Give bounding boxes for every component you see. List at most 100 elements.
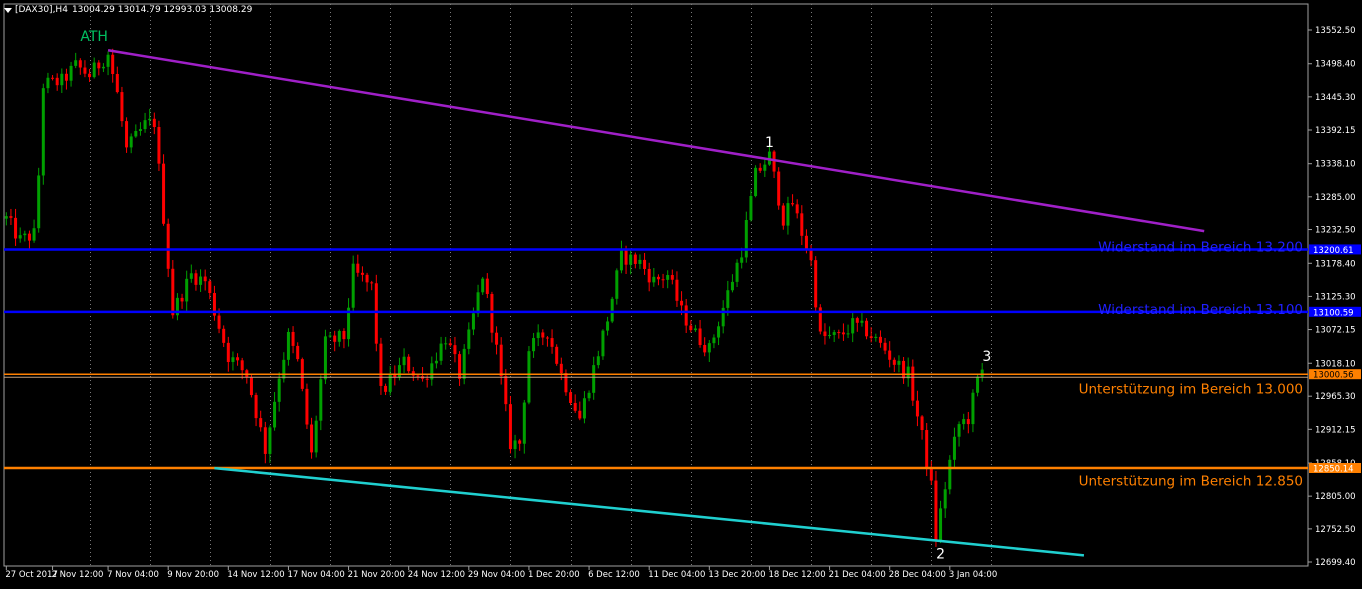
ohlc-readout: 13004.29 13014.79 12993.03 13008.29 [71,5,253,15]
candle-body-191 [888,350,892,360]
candle-body-51 [240,360,244,371]
price-tick-label-7: 13178.40 [1315,259,1356,269]
candle-body-40 [189,273,193,279]
candle-body-158 [735,262,739,282]
candle-body-65 [305,388,309,425]
candle-body-183 [851,318,855,334]
candle-body-148 [689,325,693,331]
level-tag-3: 12850.14 [1313,464,1354,474]
candle-body-202 [939,508,943,541]
candle-body-106 [495,332,499,345]
candle-body-86 [402,356,406,366]
candle-body-33 [157,127,161,164]
candle-body-120 [559,363,563,374]
candle-body-133 [619,248,623,271]
candle-body-31 [148,118,152,121]
candle-body-124 [578,410,582,419]
candle-body-132 [615,270,619,299]
candle-body-206 [957,424,961,437]
price-tick-label-16: 12699.40 [1315,558,1356,568]
time-label-6: 21 Nov 20:00 [348,570,405,580]
candle-body-103 [481,278,485,293]
candle-body-47 [222,328,226,343]
level-tag-1: 13100.59 [1313,308,1354,318]
price-tick-label-15: 12752.50 [1315,525,1356,535]
candle-body-140 [652,276,656,283]
candle-body-48 [226,342,230,363]
price-tick-label-2: 13445.30 [1315,93,1356,103]
price-tick-label-8: 13125.30 [1315,292,1356,302]
candle-body-139 [647,268,651,283]
time-label-16: 3 Jan 04:00 [949,570,997,580]
level-label-1: Widerstand im Bereich 13.100 [1098,302,1303,318]
time-label-11: 11 Dec 04:00 [648,570,705,580]
candle-body-150 [698,328,702,345]
price-tick-label-1: 13498.40 [1315,60,1356,70]
candle-body-199 [925,430,929,468]
candle-body-68 [319,379,323,421]
candle-body-159 [740,257,744,263]
candle-body-163 [758,167,762,171]
candle-body-13 [64,73,68,81]
time-label-12: 13 Dec 20:00 [708,570,765,580]
candle-body-161 [749,196,753,221]
ath-trendline [107,49,1205,233]
candle-body-0 [4,216,8,219]
candle-body-72 [337,330,341,342]
candle-body-152 [707,343,711,353]
candle-body-100 [467,329,471,349]
price-tick-label-5: 13285.00 [1315,193,1356,203]
time-label-1: 2 Nov 12:00 [52,570,104,580]
time-label-5: 17 Nov 04:00 [287,570,344,580]
time-label-8: 29 Nov 04:00 [468,570,525,580]
candle-body-22 [106,54,110,67]
candle-body-80 [374,283,378,344]
candle-body-130 [606,321,610,331]
candle-body-147 [684,305,688,326]
candle-body-141 [656,276,660,280]
level-label-2: Unterstützung im Bereich 13.000 [1079,381,1303,397]
candle-body-34 [162,163,166,224]
candle-body-28 [134,130,138,137]
candle-body-11 [55,77,59,86]
price-chart[interactable]: [DAX30],H4 13004.29 13014.79 12993.03 13… [0,0,1362,585]
time-label-4: 14 Nov 12:00 [227,570,284,580]
triangle-down-icon[interactable] [4,7,12,13]
candle-body-89 [416,375,420,377]
candle-body-125 [582,398,586,419]
time-label-15: 28 Dec 04:00 [889,570,946,580]
candle-body-143 [666,275,670,280]
candle-body-23 [111,54,115,74]
candle-body-82 [384,385,388,392]
candle-body-153 [712,337,716,344]
chart-canvas[interactable]: 13552.50 13498.40 13445.30 13392.15 13338.10… [0,0,1362,585]
candle-body-36 [171,268,175,316]
candle-body-14 [69,65,73,81]
candle-body-128 [596,356,600,366]
candle-body-53 [249,377,253,396]
price-tick-label-3: 13392.15 [1315,126,1356,136]
candle-body-8 [41,88,45,176]
candle-body-102 [476,292,480,314]
time-label-0: 27 Oct 2017 [5,570,58,580]
candle-body-180 [837,332,841,334]
candle-body-198 [920,416,924,431]
candle-body-60 [282,359,286,379]
level-tag-0: 13200.61 [1313,246,1354,256]
candle-body-116 [541,332,545,338]
candle-body-119 [555,346,559,364]
candle-body-145 [675,279,679,301]
candle-body-149 [693,328,697,331]
candle-body-146 [680,300,684,306]
candle-body-194 [902,360,906,379]
time-label-9: 1 Dec 20:00 [528,570,580,580]
candle-body-69 [323,336,327,380]
candle-body-97 [453,345,457,355]
candle-body-114 [532,338,536,352]
candle-body-188 [874,336,878,339]
candle-body-76 [356,263,360,273]
candle-body-186 [865,320,869,337]
candle-body-54 [254,395,258,419]
candle-body-42 [199,276,203,285]
candle-body-78 [365,274,369,283]
